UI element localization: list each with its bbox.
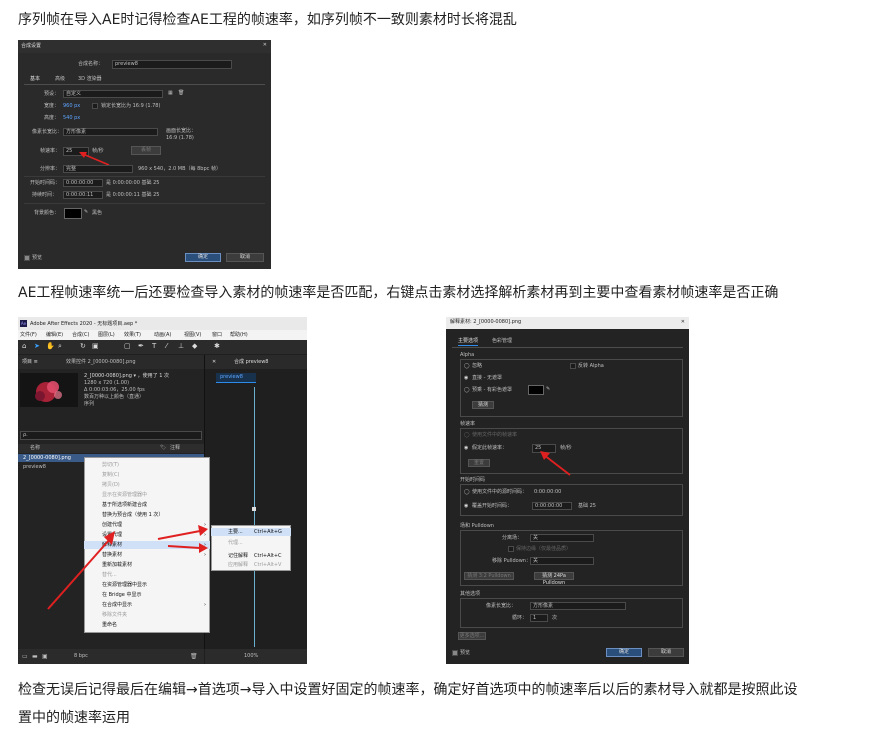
cancel-button[interactable]: 取消 [648,648,684,657]
comp-settings-screenshot: 合成设置 ✕ 合成名称： preview8 基本 高级 3D 渲染器 预设： 自… [18,40,271,269]
fps-reset-button[interactable]: 重置 [468,459,490,467]
guess-button[interactable]: 猜测 [472,401,494,409]
pixel-aspect-select[interactable]: 方形像素 [530,602,626,610]
delete-preset-icon[interactable]: 🗑 [178,90,184,97]
ok-button[interactable]: 确定 [185,253,221,262]
red-arrow-fps [540,451,571,476]
width-value[interactable]: 960 px [63,103,80,110]
cancel-button[interactable]: 取消 [226,253,264,262]
save-preset-icon[interactable]: ▦ [168,90,173,97]
preset-select[interactable]: 自定义 [63,90,163,98]
close-icon[interactable]: ✕ [263,42,267,49]
paragraph-1: 序列帧在导入AE时记得检查AE工程的帧速率，如序列帧不一致则素材时长将混乱 [18,12,517,28]
guess-32-pulldown-button[interactable]: 猜测 3:2 Pulldown [464,572,514,580]
ok-button[interactable]: 确定 [606,648,642,657]
dialog-title: 解释素材: 2_[0000-0080].png [450,319,522,325]
preview-checkbox[interactable] [452,650,458,656]
height-value[interactable]: 540 px [63,115,80,122]
background-color-swatch[interactable] [64,208,82,219]
tab-3d-renderer[interactable]: 3D 渲染器 [78,76,102,83]
start-timecode-field[interactable]: 0:00:00:00 [63,179,103,187]
paragraph-3-line-1: 检查无误后记得最后在编辑→首选项→导入中设置好固定的帧速率，确定好首选项中的帧速… [18,682,798,698]
override-tc-field[interactable]: 0:00:00:00 [532,502,572,510]
separate-fields-select[interactable]: 关 [530,534,594,542]
tab-color-management[interactable]: 色彩管理 [492,338,512,345]
alpha-straight-radio[interactable]: ◉ [464,375,468,382]
paragraph-3-line-2: 置中的帧速率运用 [18,710,130,726]
eyedropper-icon[interactable]: ✎ [546,386,550,393]
preview-checkbox[interactable] [24,255,30,261]
alpha-premul-radio[interactable]: ◯ [464,387,470,394]
fps-from-file-radio[interactable]: ◯ [464,432,470,439]
paragraph-3: 检查无误后记得最后在编辑→首选项→导入中设置好固定的帧速率，确定好首选项中的帧速… [18,676,797,732]
red-arrows [47,525,208,610]
drop-frame-select[interactable]: 丢帧 [131,146,161,155]
hq-checkbox[interactable] [508,546,514,552]
duration-field[interactable]: 0:00:00:11 [63,191,103,199]
more-options-button[interactable]: 更多选项... [458,632,486,640]
tab-main-options[interactable]: 主要选项 [458,338,479,346]
paragraph-2: AE工程帧速率统一后还要检查导入素材的帧速率是否匹配，右键点击素材选择解析素材再… [18,285,779,301]
dialog-title: 合成设置 [21,43,42,49]
comp-name-field[interactable]: preview8 [112,60,232,69]
lock-aspect-checkbox[interactable] [92,103,98,109]
pixel-aspect-select[interactable]: 方形像素 [63,128,158,136]
tab-advanced[interactable]: 高级 [55,76,65,83]
loop-field[interactable]: 1 [530,614,548,622]
alpha-ignore-radio[interactable]: ◯ [464,363,470,370]
tc-from-file-radio[interactable]: ◯ [464,489,470,496]
matte-color-swatch[interactable] [528,385,544,395]
tab-basic[interactable]: 基本 [30,76,40,83]
ae-main-screenshot: Ae Adobe After Effects 2020 - 无标题项目.aep … [18,317,307,664]
invert-alpha-checkbox[interactable] [570,363,576,369]
remove-pulldown-select[interactable]: 关 [530,557,594,565]
comp-name-label: 合成名称： [78,61,104,67]
guess-24pa-pulldown-button[interactable]: 猜测 24Pa Pulldown [534,572,574,586]
eyedropper-icon[interactable]: ✎ [84,209,88,216]
fps-assume-radio[interactable]: ◉ [464,445,468,452]
close-icon[interactable]: ✕ [681,319,685,326]
resolution-select[interactable]: 完整 [63,165,133,173]
tc-override-radio[interactable]: ◉ [464,503,468,510]
interpret-footage-screenshot: 解释素材: 2_[0000-0080].png ✕ 主要选项 色彩管理 Alph… [446,317,689,664]
